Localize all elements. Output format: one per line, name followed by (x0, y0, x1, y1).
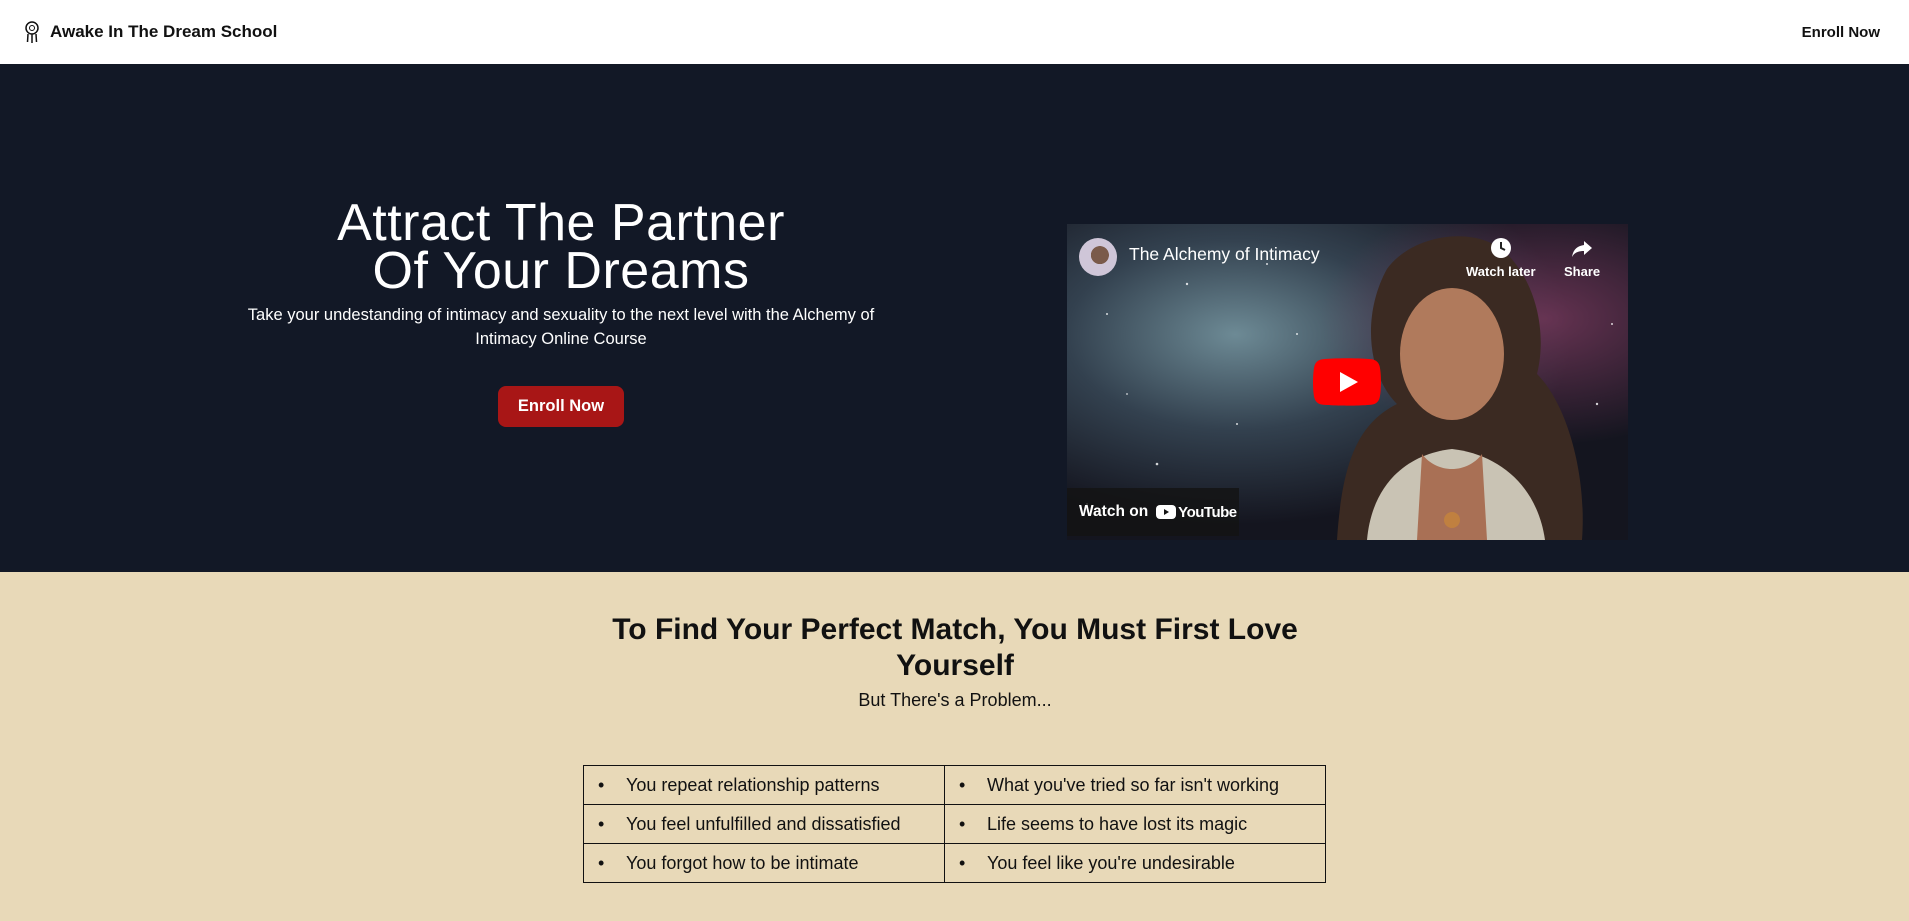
share-icon (1572, 241, 1593, 257)
nav-enroll-link[interactable]: Enroll Now (1802, 24, 1880, 41)
youtube-logo: YouTube (1156, 503, 1237, 521)
hero-title-line1: Attract The Partner (337, 194, 785, 252)
problem-item: Life seems to have lost its magic (944, 804, 1326, 844)
play-icon[interactable] (1313, 358, 1381, 406)
hero-subtitle: Take your undestanding of intimacy and s… (247, 306, 875, 348)
problem-item: What you've tried so far isn't working (944, 765, 1326, 805)
clock-icon (1490, 238, 1511, 258)
problem-section: To Find Your Perfect Match, You Must Fir… (0, 572, 1909, 921)
watch-later-label: Watch later (1466, 264, 1536, 279)
share-button[interactable]: Share (1564, 236, 1600, 279)
problem-title: To Find Your Perfect Match, You Must Fir… (612, 613, 1298, 682)
watch-on-youtube-button[interactable]: Watch on YouTube (1067, 488, 1239, 536)
hero-content: Attract The Partner Of Your Dreams Take … (221, 194, 901, 427)
problems-table: You repeat relationship patterns What yo… (583, 765, 1326, 883)
problem-item: You feel unfulfilled and dissatisfied (583, 804, 945, 844)
youtube-icon (1156, 505, 1177, 519)
watch-on-label: Watch on (1079, 503, 1149, 520)
table-row: You repeat relationship patterns What yo… (583, 765, 1326, 805)
brand[interactable]: Awake In The Dream School (24, 20, 277, 44)
brand-name: Awake In The Dream School (50, 22, 278, 41)
dreamcatcher-icon (25, 21, 39, 43)
table-row: You feel unfulfilled and dissatisfied Li… (583, 804, 1326, 844)
video-title[interactable]: The Alchemy of Intimacy (1129, 244, 1320, 265)
problem-item: You feel like you're undesirable (944, 843, 1326, 883)
share-label: Share (1564, 264, 1601, 279)
table-row: You forgot how to be intimate You feel l… (583, 843, 1326, 883)
youtube-label: YouTube (1178, 503, 1237, 521)
hero-section: Attract The Partner Of Your Dreams Take … (0, 64, 1909, 572)
channel-avatar[interactable] (1079, 238, 1117, 276)
hero-title: Attract The Partner Of Your Dreams (221, 194, 901, 300)
watch-later-button[interactable]: Watch later (1466, 236, 1536, 279)
hero-enroll-button[interactable]: Enroll Now (497, 386, 625, 427)
top-navbar: Awake In The Dream School Enroll Now (0, 0, 1909, 64)
problem-item: You forgot how to be intimate (583, 843, 945, 883)
problem-item: You repeat relationship patterns (583, 765, 945, 805)
video-embed[interactable]: The Alchemy of Intimacy Watch later Shar… (1067, 224, 1628, 540)
problem-subtitle: But There's a Problem... (858, 690, 1052, 710)
hero-title-line2: Of Your Dreams (372, 242, 750, 300)
